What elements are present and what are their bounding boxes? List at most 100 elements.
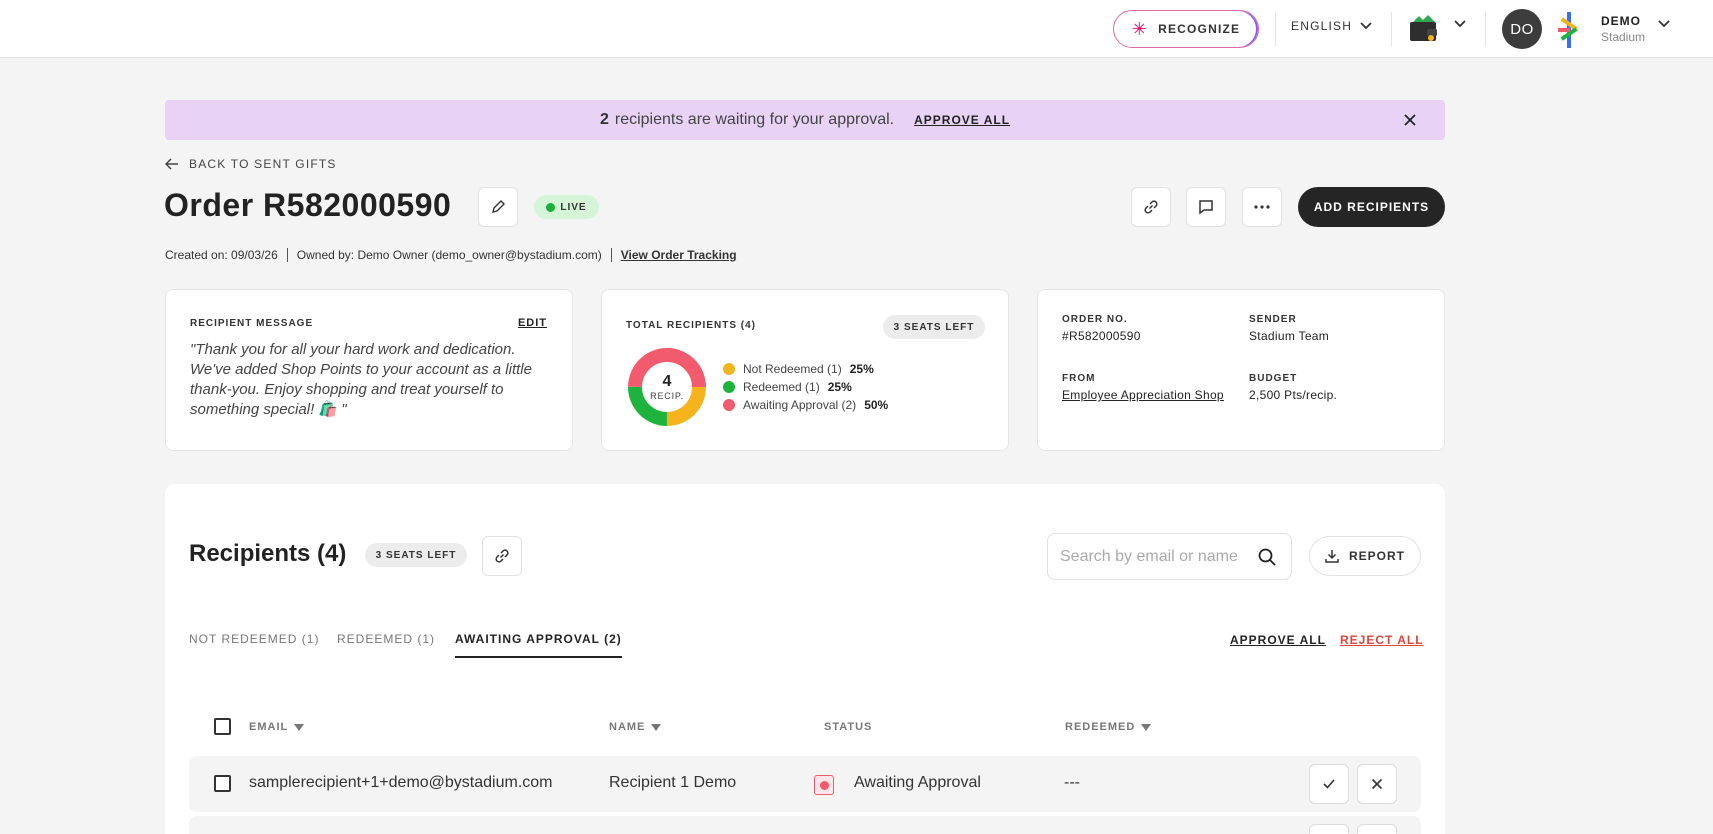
edit-message-link[interactable]: EDIT <box>518 317 547 329</box>
divider <box>1391 12 1392 46</box>
budget-field: BUDGET 2,500 Pts/recip. <box>1249 373 1337 402</box>
link-icon <box>1144 200 1158 214</box>
recipients-title: Recipients (4) <box>189 540 347 567</box>
reject-all-link[interactable]: REJECT ALL <box>1340 633 1424 647</box>
seats-left-badge: 3 SEATS LEFT <box>365 543 467 567</box>
approve-all-link[interactable]: APPROVE ALL <box>1230 633 1326 647</box>
approve-row-button[interactable] <box>1309 824 1349 834</box>
legend-label: Not Redeemed (1) <box>743 362 842 376</box>
column-header-redeemed[interactable]: REDEEMED <box>1065 721 1152 733</box>
reject-row-button[interactable] <box>1357 824 1397 834</box>
user-org: Stadium <box>1601 30 1646 44</box>
total-recipients-card: TOTAL RECIPIENTS (4) 3 SEATS LEFT 4 RECI… <box>601 289 1009 451</box>
sender-field: SENDER Stadium Team <box>1249 314 1329 343</box>
divider <box>610 248 612 262</box>
owned-by: Owned by: Demo Owner (demo_owner@bystadi… <box>296 248 602 262</box>
recipients-panel: Recipients (4) 3 SEATS LEFT REPORT NOT R… <box>165 484 1445 834</box>
legend-percent: 50% <box>864 398 889 412</box>
recognize-label: RECOGNIZE <box>1158 22 1241 36</box>
from-field: FROM Employee Appreciation Shop <box>1062 373 1224 402</box>
chevron-down-icon[interactable] <box>1658 20 1670 28</box>
add-recipients-button[interactable]: ADD RECIPIENTS <box>1298 187 1445 227</box>
donut-center-value: 4 <box>663 373 672 390</box>
sender-label: SENDER <box>1249 314 1297 325</box>
banner-approve-all-link[interactable]: APPROVE ALL <box>914 113 1010 127</box>
seats-left-badge: 3 SEATS LEFT <box>883 315 985 339</box>
avatar[interactable]: DO <box>1502 9 1542 49</box>
tab-not-redeemed[interactable]: NOT REDEEMED (1) <box>189 632 319 646</box>
row-name: Recipient 1 Demo <box>609 774 737 791</box>
legend-percent: 25% <box>849 362 874 376</box>
row-redeemed: --- <box>1064 774 1080 791</box>
legend-label: Awaiting Approval (2) <box>743 398 857 412</box>
chat-icon <box>1199 200 1213 215</box>
recipients-donut-chart: 4 RECIP. <box>628 348 706 426</box>
budget-label: BUDGET <box>1249 373 1298 384</box>
column-header-email[interactable]: EMAIL <box>249 721 305 733</box>
total-recipients-label: TOTAL RECIPIENTS (4) <box>626 320 757 331</box>
table-row <box>189 816 1421 834</box>
check-icon <box>1323 779 1335 789</box>
order-info-card: ORDER NO. #R582000590 SENDER Stadium Tea… <box>1037 289 1445 451</box>
banner-count: 2 <box>599 111 609 128</box>
copy-link-button[interactable] <box>482 536 522 576</box>
sort-down-icon <box>1141 723 1152 731</box>
sort-down-icon <box>651 723 662 731</box>
column-header-label: REDEEMED <box>1065 721 1136 733</box>
sort-down-icon <box>294 723 305 731</box>
column-header-name[interactable]: NAME <box>609 721 662 733</box>
report-label: REPORT <box>1348 549 1405 563</box>
created-on: Created on: 09/03/26 <box>165 248 278 262</box>
order-no-field: ORDER NO. #R582000590 <box>1062 314 1141 343</box>
order-no-value: #R582000590 <box>1062 329 1141 343</box>
legend-swatch <box>723 363 735 375</box>
legend-label: Redeemed (1) <box>743 380 820 394</box>
legend-item: Redeemed (1) 25% <box>723 378 888 396</box>
live-label: LIVE <box>560 201 587 213</box>
donut-center-unit: RECIP. <box>650 391 684 401</box>
arrow-left-icon <box>165 158 178 170</box>
from-shop-link[interactable]: Employee Appreciation Shop <box>1062 388 1224 402</box>
legend-swatch <box>723 399 735 411</box>
recognize-button[interactable]: ✳ RECOGNIZE <box>1113 10 1259 48</box>
reject-row-button[interactable] <box>1357 764 1397 804</box>
link-icon <box>495 549 509 563</box>
sparkle-icon: ✳ <box>1131 19 1149 39</box>
legend-item: Awaiting Approval (2) 50% <box>723 396 888 414</box>
more-options-button[interactable] <box>1242 187 1282 227</box>
donut-legend: Not Redeemed (1) 25% Redeemed (1) 25% Aw… <box>723 360 888 414</box>
from-label: FROM <box>1062 373 1096 384</box>
chevron-down-icon[interactable] <box>1454 20 1466 28</box>
live-status-badge: LIVE <box>534 195 599 219</box>
copy-link-button[interactable] <box>1131 187 1171 227</box>
view-order-tracking-link[interactable]: View Order Tracking <box>621 248 737 262</box>
wallet-icon[interactable] <box>1409 13 1439 43</box>
edit-title-button[interactable] <box>478 187 518 227</box>
tab-awaiting-approval[interactable]: AWAITING APPROVAL (2) <box>455 632 622 658</box>
search-input[interactable] <box>1060 546 1250 568</box>
chevron-down-icon <box>1360 22 1372 30</box>
report-button[interactable]: REPORT <box>1309 536 1421 576</box>
divider <box>1485 12 1486 46</box>
approval-banner: 2 recipients are waiting for your approv… <box>165 100 1445 140</box>
recipient-message-card: RECIPIENT MESSAGE EDIT "Thank you for al… <box>165 289 573 451</box>
order-meta: Created on: 09/03/26 Owned by: Demo Owne… <box>165 248 737 262</box>
close-icon[interactable] <box>1403 113 1417 127</box>
legend-percent: 25% <box>827 380 852 394</box>
back-to-sent-gifts-link[interactable]: BACK TO SENT GIFTS <box>165 157 337 171</box>
recipient-message-label: RECIPIENT MESSAGE <box>190 318 314 329</box>
select-all-checkbox[interactable] <box>214 718 231 735</box>
stadium-logo-icon <box>1558 12 1578 48</box>
row-checkbox[interactable] <box>214 775 231 792</box>
sender-value: Stadium Team <box>1249 329 1330 343</box>
column-header-label: EMAIL <box>249 721 289 733</box>
legend-swatch <box>723 381 735 393</box>
comment-button[interactable] <box>1186 187 1226 227</box>
language-selector[interactable]: ENGLISH <box>1291 19 1372 33</box>
top-bar: ✳ RECOGNIZE ENGLISH DO DEMO Stadium <box>0 0 1713 58</box>
pencil-icon <box>492 200 505 213</box>
recipient-message-text: "Thank you for all your hard work and de… <box>190 341 532 418</box>
approve-row-button[interactable] <box>1309 764 1349 804</box>
search-icon[interactable] <box>1257 547 1277 567</box>
tab-redeemed[interactable]: REDEEMED (1) <box>337 632 435 646</box>
